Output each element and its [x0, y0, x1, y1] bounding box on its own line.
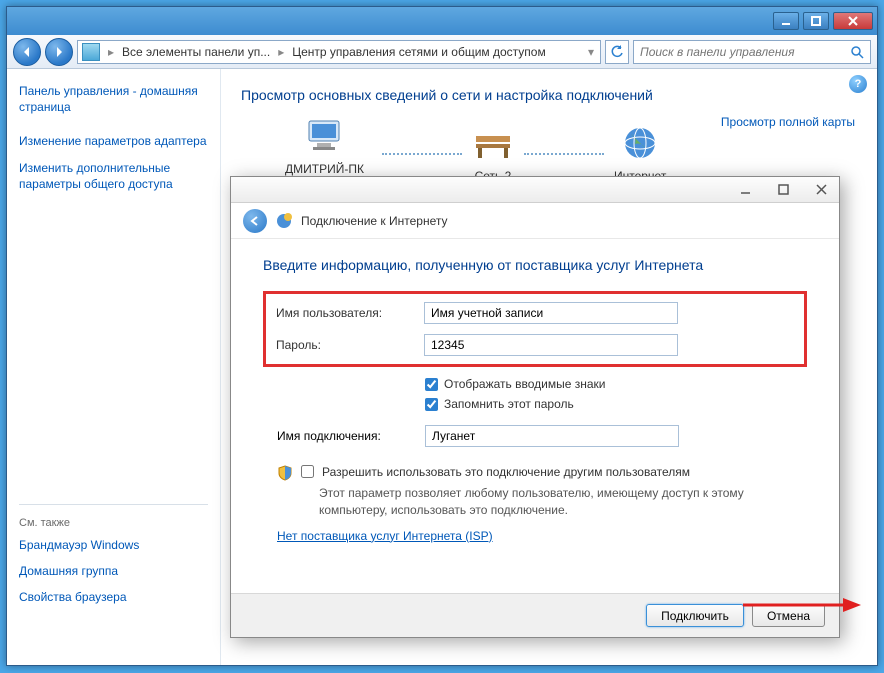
- computer-icon: [303, 117, 345, 155]
- dialog-maximize-button[interactable]: [771, 183, 795, 196]
- dialog-close-button[interactable]: [809, 183, 833, 196]
- dialog-minimize-button[interactable]: [733, 183, 757, 196]
- dialog-heading: Введите информацию, полученную от постав…: [263, 257, 807, 273]
- bench-icon: [472, 124, 514, 162]
- node-internet: Интернет: [614, 124, 666, 183]
- search-input[interactable]: [640, 45, 850, 59]
- globe-icon: [619, 124, 661, 162]
- connection-name-label: Имя подключения:: [277, 429, 425, 443]
- sidebar-link-browser[interactable]: Свойства браузера: [19, 589, 208, 605]
- nav-back-button[interactable]: [13, 38, 41, 66]
- sidebar-link-firewall[interactable]: Брандмауэр Windows: [19, 537, 208, 553]
- chevron-right-icon: ▸: [274, 45, 288, 59]
- allow-others-checkbox[interactable]: [301, 465, 314, 478]
- node-network: Сеть 2: [472, 124, 514, 183]
- no-isp-link[interactable]: Нет поставщика услуг Интернета (ISP): [277, 529, 493, 543]
- connection-name-input[interactable]: [425, 425, 679, 447]
- remember-label: Запомнить этот пароль: [444, 397, 574, 411]
- connection-line: [382, 153, 462, 155]
- dialog-header: Подключение к Интернету: [231, 203, 839, 239]
- nav-forward-button[interactable]: [45, 38, 73, 66]
- remember-checkbox[interactable]: [425, 398, 438, 411]
- password-label: Пароль:: [276, 338, 424, 352]
- allow-others-description: Этот параметр позволяет любому пользоват…: [319, 485, 807, 519]
- navbar: ▸ Все элементы панели уп... ▸ Центр упра…: [7, 35, 877, 69]
- sidebar-link-sharing[interactable]: Изменить дополнительные параметры общего…: [19, 160, 208, 192]
- breadcrumb-current[interactable]: Центр управления сетями и общим доступом: [288, 45, 550, 59]
- sidebar-link-homegroup[interactable]: Домашняя группа: [19, 563, 208, 579]
- sidebar-link-adapter[interactable]: Изменение параметров адаптера: [19, 133, 208, 149]
- close-button[interactable]: [833, 12, 873, 30]
- titlebar: [7, 7, 877, 35]
- connection-dialog: Подключение к Интернету Введите информац…: [230, 176, 840, 638]
- show-chars-checkbox[interactable]: [425, 378, 438, 391]
- chevron-down-icon[interactable]: ▾: [584, 45, 600, 59]
- dialog-back-button[interactable]: [243, 209, 267, 233]
- help-icon[interactable]: ?: [849, 75, 867, 93]
- cancel-button[interactable]: Отмена: [752, 604, 825, 627]
- dialog-titlebar: [231, 177, 839, 203]
- dialog-body: Введите информацию, полученную от постав…: [231, 239, 839, 543]
- show-chars-label: Отображать вводимые знаки: [444, 377, 605, 391]
- minimize-button[interactable]: [773, 12, 799, 30]
- password-input[interactable]: [424, 334, 678, 356]
- dialog-title: Подключение к Интернету: [301, 214, 448, 228]
- refresh-button[interactable]: [605, 40, 629, 64]
- view-full-map-link[interactable]: Просмотр полной карты: [721, 115, 855, 129]
- shield-icon: [277, 465, 293, 481]
- page-title: Просмотр основных сведений о сети и наст…: [241, 87, 857, 103]
- breadcrumb[interactable]: ▸ Все элементы панели уп... ▸ Центр упра…: [77, 40, 601, 64]
- search-icon: [850, 45, 864, 59]
- sidebar: Панель управления - домашняя страница Из…: [7, 69, 221, 665]
- see-also-label: См. также: [19, 517, 208, 529]
- username-label: Имя пользователя:: [276, 306, 424, 320]
- chevron-right-icon: ▸: [104, 45, 118, 59]
- breadcrumb-root[interactable]: Все элементы панели уп...: [118, 45, 274, 59]
- sidebar-home-link[interactable]: Панель управления - домашняя страница: [19, 83, 208, 115]
- node-pc-label: ДМИТРИЙ-ПК: [277, 162, 372, 176]
- credentials-highlight: Имя пользователя: Пароль:: [263, 291, 807, 367]
- control-panel-icon: [82, 43, 100, 61]
- connection-line: [524, 153, 604, 155]
- search-box[interactable]: [633, 40, 871, 64]
- username-input[interactable]: [424, 302, 678, 324]
- dialog-footer: Подключить Отмена: [231, 593, 839, 637]
- allow-others-label: Разрешить использовать это подключение д…: [322, 465, 690, 479]
- connect-button[interactable]: Подключить: [646, 604, 744, 627]
- maximize-button[interactable]: [803, 12, 829, 30]
- globe-icon: [275, 212, 293, 230]
